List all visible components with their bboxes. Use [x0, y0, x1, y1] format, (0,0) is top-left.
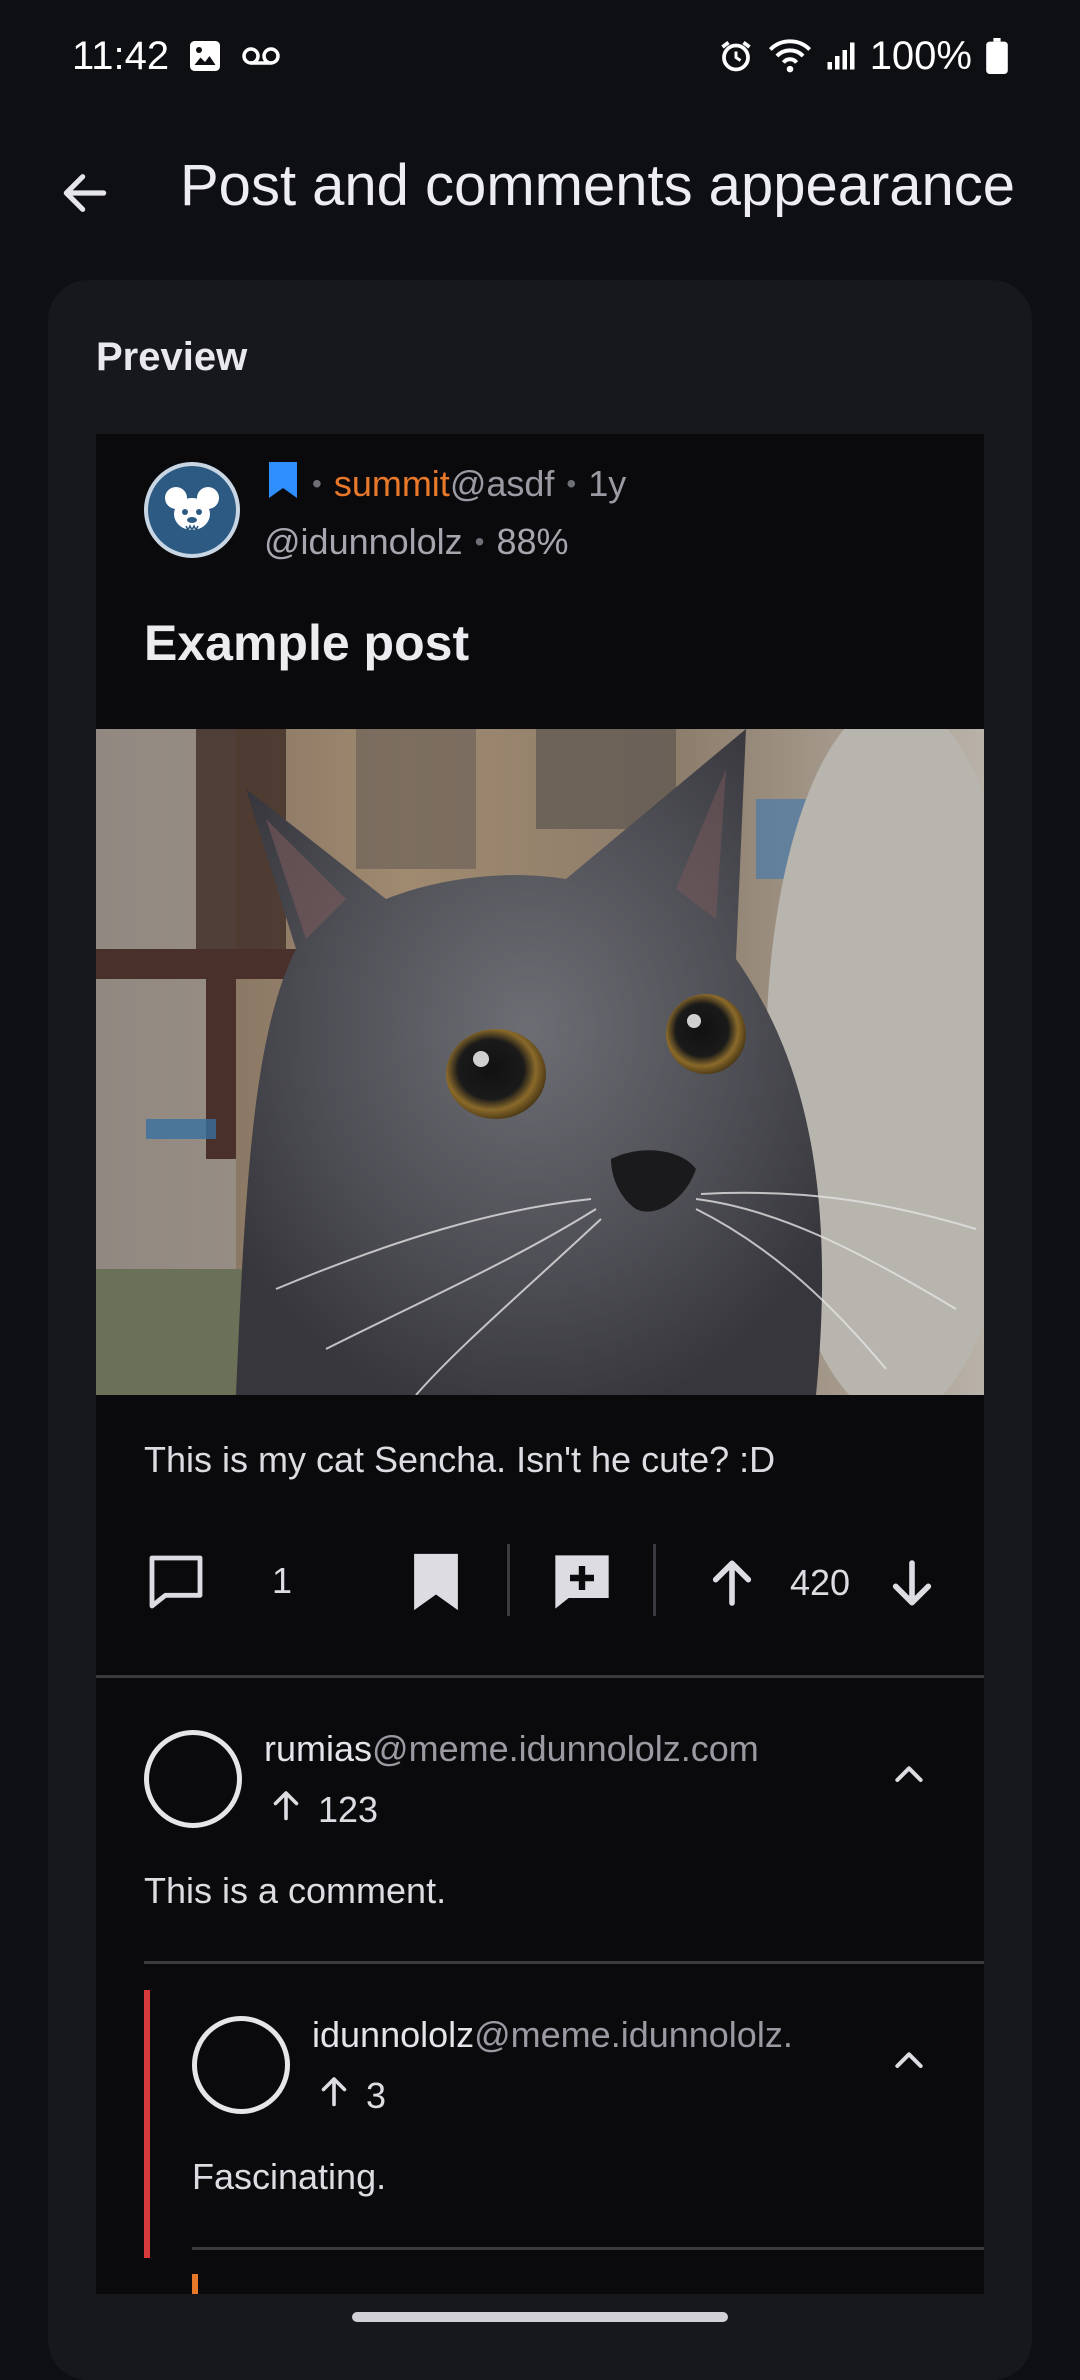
arrow-down-icon: [884, 1554, 940, 1619]
status-left: 11:42: [72, 34, 281, 79]
divider: [653, 1544, 656, 1616]
status-time: 11:42: [72, 33, 170, 78]
arrow-back-icon: [57, 165, 113, 226]
cat-photo: [96, 729, 984, 1395]
arrow-up-icon: [268, 1786, 304, 1833]
post-image[interactable]: [96, 729, 984, 1395]
comment-score-value: 123: [318, 1788, 379, 1830]
comment-body: This is a comment.: [144, 1870, 447, 1911]
gesture-nav-handle[interactable]: [352, 2312, 728, 2322]
divider: [96, 1675, 984, 1678]
post-age: 1y: [588, 463, 627, 504]
post-actions: 1 420: [96, 1524, 984, 1636]
arrow-up-icon: [316, 2072, 352, 2119]
battery-percent: 100%: [869, 33, 972, 78]
separator-dot: •: [566, 468, 577, 499]
post-title[interactable]: Example post: [144, 614, 469, 672]
community-link[interactable]: summit@asdf: [334, 463, 555, 505]
post-body: This is my cat Sencha. Isn't he cute? :D: [144, 1439, 776, 1480]
comment-avatar[interactable]: [144, 1730, 242, 1828]
battery-icon: [986, 38, 1008, 74]
comment-author[interactable]: idunnololz@meme.idunnololz.: [312, 2014, 832, 2056]
signal-icon: [826, 41, 856, 71]
comment-avatar[interactable]: [192, 2016, 290, 2114]
wifi-icon: [768, 38, 812, 74]
gallery-icon: [187, 38, 223, 74]
comment-body: Fascinating.: [192, 2156, 387, 2197]
comment-author-instance: @meme.idunnololz.com: [372, 1728, 759, 1769]
comment-author-name: rumias: [264, 1728, 373, 1769]
reply-button[interactable]: [548, 1552, 616, 1616]
status-right: 100%: [718, 34, 1008, 79]
app-bar: Post and comments appearance: [0, 112, 1080, 262]
back-button[interactable]: [40, 150, 130, 240]
thread-depth-bar: [144, 1990, 150, 2258]
chevron-up-icon: [889, 1755, 929, 1800]
comment-author[interactable]: rumias@meme.idunnololz.com: [264, 1728, 824, 1770]
arrow-up-icon: [704, 1552, 760, 1617]
comment-score: 123: [268, 1786, 378, 1833]
post-preview: • summit@asdf • 1y @idunnololz • 88% Exa…: [96, 434, 984, 2294]
upvote-ratio: 88%: [496, 521, 569, 562]
comment-author-instance: @meme.idunnololz.: [474, 2014, 793, 2055]
collapse-comment-button[interactable]: [874, 2028, 944, 2098]
comments-button[interactable]: [144, 1552, 208, 1616]
preview-label: Preview: [96, 335, 248, 379]
separator-dot: •: [474, 526, 485, 557]
downvote-button[interactable]: [880, 1554, 944, 1618]
post-score: 420: [790, 1562, 851, 1603]
community-name: summit: [333, 463, 450, 504]
community-instance: @asdf: [449, 463, 555, 504]
status-bar: 11:42 100%: [0, 0, 1080, 112]
comment-score-value: 3: [366, 2074, 387, 2116]
post-author[interactable]: @idunnololz: [264, 521, 463, 563]
separator-dot: •: [312, 468, 322, 499]
post-meta-line1: • summit@asdf • 1y: [266, 456, 626, 512]
comment-score: 3: [316, 2072, 386, 2119]
upvote-button[interactable]: [700, 1552, 764, 1616]
comment-author-name: idunnololz: [312, 2014, 475, 2055]
community-avatar[interactable]: [144, 462, 240, 558]
add-comment-icon: [549, 1550, 615, 1619]
mouse-mascot-icon: [165, 487, 219, 532]
page-title: Post and comments appearance: [180, 153, 1016, 218]
thread-depth-bar: [192, 2274, 198, 2294]
post-meta-line2: @idunnololz • 88%: [264, 514, 569, 570]
collapse-comment-button[interactable]: [874, 1742, 944, 1812]
comment-count: 1: [272, 1560, 293, 1601]
alarm-icon: [718, 38, 754, 74]
comment-icon: [144, 1550, 208, 1619]
bookmark-icon: [411, 1550, 461, 1619]
divider: [144, 1961, 984, 1964]
voicemail-icon: [241, 44, 281, 68]
divider: [507, 1544, 510, 1616]
chevron-up-icon: [889, 2041, 929, 2086]
save-button[interactable]: [404, 1552, 468, 1616]
divider: [192, 2247, 984, 2250]
bookmark-flag-icon: [266, 460, 300, 509]
